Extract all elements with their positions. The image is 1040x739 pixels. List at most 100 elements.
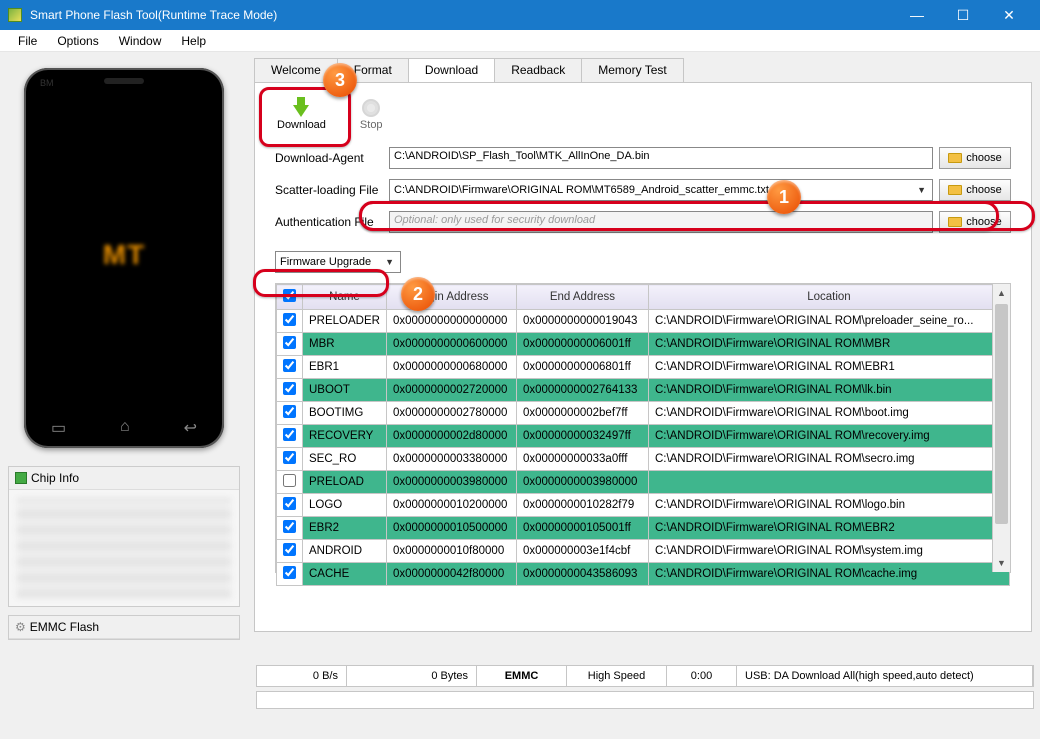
da-choose-button[interactable]: choose — [939, 147, 1011, 169]
stop-button[interactable]: Stop — [360, 99, 383, 131]
chevron-down-icon: ▼ — [917, 185, 928, 195]
tab-memory-test[interactable]: Memory Test — [581, 58, 683, 82]
cell-name: SEC_RO — [303, 448, 387, 471]
folder-icon — [948, 217, 962, 227]
menu-help[interactable]: Help — [171, 32, 216, 50]
tab-content: Download Stop Download-Agent C:\ANDROID\… — [254, 82, 1032, 632]
cell-name: BOOTIMG — [303, 402, 387, 425]
cell-begin: 0x0000000010500000 — [386, 517, 516, 540]
titlebar: Smart Phone Flash Tool(Runtime Trace Mod… — [0, 0, 1040, 30]
menu-window[interactable]: Window — [109, 32, 172, 50]
cell-name: EBR2 — [303, 517, 387, 540]
cell-location: C:\ANDROID\Firmware\ORIGINAL ROM\lk.bin — [648, 379, 1009, 402]
status-bytes: 0 Bytes — [347, 666, 477, 686]
cell-name: CACHE — [303, 563, 387, 586]
menu-options[interactable]: Options — [47, 32, 108, 50]
annotation-badge-3: 3 — [323, 63, 357, 97]
scrollbar[interactable]: ▲ ▼ — [992, 284, 1010, 572]
annotation-badge-1: 1 — [767, 180, 801, 214]
tab-readback[interactable]: Readback — [494, 58, 582, 82]
cell-location: C:\ANDROID\Firmware\ORIGINAL ROM\MBR — [648, 333, 1009, 356]
table-row[interactable]: SEC_RO 0x0000000003380000 0x00000000033a… — [277, 448, 1010, 471]
gear-icon — [15, 620, 26, 634]
cell-begin: 0x0000000003380000 — [386, 448, 516, 471]
row-checkbox[interactable] — [283, 451, 296, 464]
status-time: 0:00 — [667, 666, 737, 686]
row-checkbox[interactable] — [283, 336, 296, 349]
select-all-checkbox[interactable] — [283, 289, 296, 302]
table-row[interactable]: PRELOAD 0x0000000003980000 0x00000000039… — [277, 471, 1010, 494]
table-row[interactable]: UBOOT 0x0000000002720000 0x0000000002764… — [277, 379, 1010, 402]
status-mode: High Speed — [567, 666, 667, 686]
phone-preview: BM MT ▭⌂↩ — [24, 68, 224, 448]
table-row[interactable]: EBR2 0x0000000010500000 0x00000000105001… — [277, 517, 1010, 540]
col-name[interactable]: Name — [303, 285, 387, 310]
table-row[interactable]: CACHE 0x0000000042f80000 0x0000000043586… — [277, 563, 1010, 586]
table-row[interactable]: EBR1 0x0000000000680000 0x00000000006801… — [277, 356, 1010, 379]
emmc-flash-panel: EMMC Flash — [8, 615, 240, 640]
scroll-thumb[interactable] — [995, 304, 1008, 524]
row-checkbox[interactable] — [283, 497, 296, 510]
table-row[interactable]: BOOTIMG 0x0000000002780000 0x0000000002b… — [277, 402, 1010, 425]
status-bar: 0 B/s 0 Bytes EMMC High Speed 0:00 USB: … — [256, 665, 1034, 687]
status-speed: 0 B/s — [257, 666, 347, 686]
cell-location: C:\ANDROID\Firmware\ORIGINAL ROM\EBR2 — [648, 517, 1009, 540]
cell-end: 0x00000000105001ff — [516, 517, 648, 540]
table-row[interactable]: MBR 0x0000000000600000 0x00000000006001f… — [277, 333, 1010, 356]
tab-download[interactable]: Download — [408, 58, 495, 82]
chip-info-content — [17, 498, 231, 598]
partition-table: Name Begin Address End Address Location … — [275, 283, 1011, 573]
chip-info-panel: Chip Info — [8, 466, 240, 607]
da-path-input[interactable]: C:\ANDROID\SP_Flash_Tool\MTK_AllInOne_DA… — [389, 147, 933, 169]
table-row[interactable]: LOGO 0x0000000010200000 0x0000000010282f… — [277, 494, 1010, 517]
col-location[interactable]: Location — [648, 285, 1009, 310]
cell-location: C:\ANDROID\Firmware\ORIGINAL ROM\preload… — [648, 310, 1009, 333]
stop-icon — [362, 99, 380, 117]
maximize-button[interactable]: ☐ — [940, 0, 986, 30]
scatter-path-input[interactable]: C:\ANDROID\Firmware\ORIGINAL ROM\MT6589_… — [389, 179, 933, 201]
row-checkbox[interactable] — [283, 313, 296, 326]
cell-name: LOGO — [303, 494, 387, 517]
col-end[interactable]: End Address — [516, 285, 648, 310]
row-checkbox[interactable] — [283, 405, 296, 418]
minimize-button[interactable]: — — [894, 0, 940, 30]
row-checkbox[interactable] — [283, 382, 296, 395]
scatter-choose-button[interactable]: choose — [939, 179, 1011, 201]
folder-icon — [948, 153, 962, 163]
cell-location: C:\ANDROID\Firmware\ORIGINAL ROM\system.… — [648, 540, 1009, 563]
auth-choose-button[interactable]: choose — [939, 211, 1011, 233]
row-checkbox[interactable] — [283, 359, 296, 372]
phone-chip-label: MT — [103, 239, 145, 271]
cell-begin: 0x0000000000600000 — [386, 333, 516, 356]
row-checkbox[interactable] — [283, 474, 296, 487]
row-checkbox[interactable] — [283, 520, 296, 533]
cell-end: 0x0000000002bef7ff — [516, 402, 648, 425]
row-checkbox[interactable] — [283, 543, 296, 556]
cell-begin: 0x0000000010f80000 — [386, 540, 516, 563]
row-checkbox[interactable] — [283, 428, 296, 441]
phone-brand: BM — [40, 78, 54, 88]
row-checkbox[interactable] — [283, 566, 296, 579]
emmc-label: EMMC Flash — [30, 620, 99, 634]
table-row[interactable]: ANDROID 0x0000000010f80000 0x000000003e1… — [277, 540, 1010, 563]
download-button[interactable]: Download — [277, 97, 326, 131]
cell-name: ANDROID — [303, 540, 387, 563]
chip-icon — [15, 472, 27, 484]
annotation-badge-2: 2 — [401, 277, 435, 311]
cell-location: C:\ANDROID\Firmware\ORIGINAL ROM\secro.i… — [648, 448, 1009, 471]
menu-file[interactable]: File — [8, 32, 47, 50]
close-button[interactable]: ✕ — [986, 0, 1032, 30]
chip-info-label: Chip Info — [31, 471, 79, 485]
scroll-down-icon[interactable]: ▼ — [993, 554, 1010, 572]
table-row[interactable]: PRELOADER 0x0000000000000000 0x000000000… — [277, 310, 1010, 333]
download-arrow-icon — [293, 105, 309, 117]
menubar: File Options Window Help — [0, 30, 1040, 52]
cell-location — [648, 471, 1009, 494]
flash-mode-combo[interactable]: Firmware Upgrade▼ — [275, 251, 401, 273]
scroll-up-icon[interactable]: ▲ — [993, 284, 1010, 302]
cell-begin: 0x0000000002d80000 — [386, 425, 516, 448]
auth-path-input[interactable]: Optional: only used for security downloa… — [389, 211, 933, 233]
table-row[interactable]: RECOVERY 0x0000000002d80000 0x0000000003… — [277, 425, 1010, 448]
cell-end: 0x00000000032497ff — [516, 425, 648, 448]
cell-end: 0x0000000002764133 — [516, 379, 648, 402]
